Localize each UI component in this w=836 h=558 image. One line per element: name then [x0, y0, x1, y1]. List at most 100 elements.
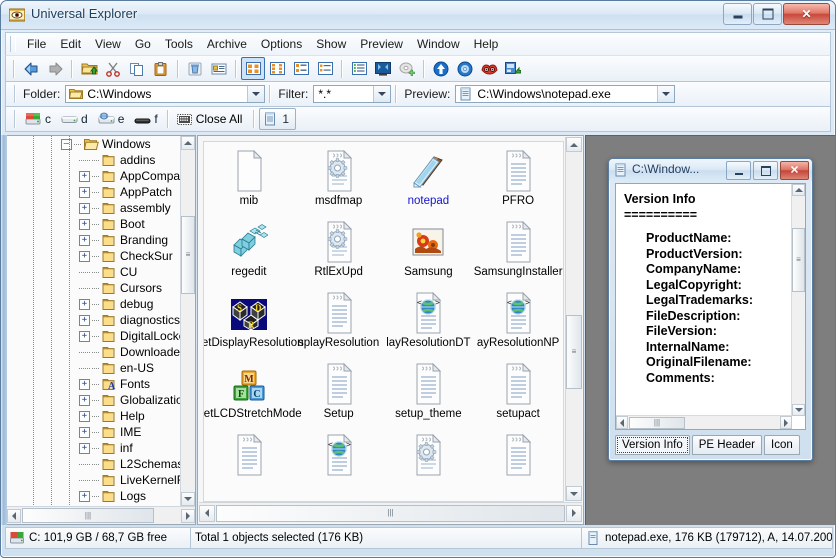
folder-tree-list[interactable]: – Windows addins + AppCompat + AppPatch + assemb… [7, 136, 181, 506]
filelist-scroll-up-button[interactable] [566, 137, 582, 152]
file-item-mib[interactable]: mib [204, 148, 294, 219]
tree-expander-plus[interactable]: + [79, 170, 90, 182]
filelist-hscroll-thumb[interactable]: ||| [216, 504, 565, 522]
folder-combobox[interactable]: C:\Windows [65, 85, 266, 103]
filter-dropdown-arrow[interactable] [373, 86, 391, 102]
tree-horizontal-scrollbar[interactable]: ||| [7, 506, 195, 524]
preview-dropdown-arrow[interactable] [657, 86, 675, 102]
burn-disc-button[interactable] [453, 57, 477, 80]
menu-drag-grip[interactable] [10, 36, 16, 52]
filter-combobox[interactable]: *.* [313, 85, 392, 103]
preview-combobox[interactable]: C:\Windows\notepad.exe [455, 85, 676, 103]
filelist-horizontal-scrollbar[interactable]: ||| [199, 502, 582, 523]
properties-button[interactable] [207, 57, 231, 80]
preview-content-area[interactable]: Version Info ========== ProductName: Prod… [615, 183, 806, 430]
tree-scroll-thumb[interactable]: ≡ [181, 216, 195, 294]
preview-scroll-thumb[interactable]: ≡ [792, 228, 805, 292]
menu-file[interactable]: File [20, 35, 53, 53]
tree-expander-minus[interactable]: – [61, 138, 72, 150]
paste-button[interactable] [149, 57, 173, 80]
file-item[interactable] [384, 432, 474, 501]
tree-item-cu[interactable]: CU [7, 264, 181, 280]
file-item-notepad[interactable]: notepad [384, 148, 474, 219]
menu-help[interactable]: Help [467, 35, 506, 53]
tree-vertical-scrollbar[interactable]: ≡ [180, 136, 195, 506]
file-list-view[interactable]: mib msdfmap notepad PFRO regedit RtlExUpd Sams… [203, 141, 564, 502]
tree-expander-plus[interactable]: + [79, 202, 90, 214]
file-item-pfro[interactable]: PFRO [473, 148, 563, 219]
menu-view[interactable]: View [88, 35, 128, 53]
tree-item-en-us[interactable]: en-US [7, 360, 181, 376]
tree-item-ime[interactable]: + IME [7, 424, 181, 440]
preview-scroll-down-button[interactable] [792, 404, 805, 416]
file-item-regedit[interactable]: regedit [204, 219, 294, 290]
copy-button[interactable] [125, 57, 149, 80]
address-grip[interactable] [14, 85, 16, 103]
file-item-setlcdstretchmode[interactable]: M F C SetLCDStretchMode [204, 361, 302, 432]
fullscreen-button[interactable] [371, 57, 395, 80]
menu-show[interactable]: Show [309, 35, 353, 53]
tree-item-apppatch[interactable]: + AppPatch [7, 184, 181, 200]
file-item-setup_theme[interactable]: setup_theme [384, 361, 474, 432]
drive-button-c[interactable]: c [20, 108, 56, 130]
view-large-icons-button[interactable] [241, 57, 265, 80]
tree-expander-plus[interactable]: + [79, 490, 90, 502]
menu-preview[interactable]: Preview [353, 35, 410, 53]
preview-minimize-button[interactable] [726, 161, 751, 180]
file-item-setupact[interactable]: setupact [473, 361, 563, 432]
preview-scroll-left-button[interactable] [616, 416, 628, 429]
tree-item-downloaded-p[interactable]: Downloaded P [7, 344, 181, 360]
tree-item-inf[interactable]: + inf [7, 440, 181, 456]
preview-restore-button[interactable] [753, 161, 778, 180]
file-item[interactable]: < > [294, 432, 384, 501]
filelist-vertical-scrollbar[interactable]: ≡ [565, 137, 582, 501]
back-button[interactable] [19, 57, 43, 80]
file-item-setup[interactable]: Setup [294, 361, 384, 432]
preview-scroll-up-button[interactable] [792, 184, 805, 196]
document-tab-1[interactable]: 1 [259, 108, 297, 130]
tree-item-cursors[interactable]: Cursors [7, 280, 181, 296]
tab-version-info[interactable]: Version Info [615, 435, 690, 455]
preview-hscroll-thumb[interactable]: ||| [629, 416, 685, 429]
tree-expander-plus[interactable]: + [79, 250, 90, 262]
view-report-button[interactable] [347, 57, 371, 80]
file-item-ayresolutionnp[interactable]: < > ayResolutionNP [473, 290, 563, 361]
filelist-scroll-down-button[interactable] [566, 486, 582, 501]
tree-item-assembly[interactable]: + assembly [7, 200, 181, 216]
tab-icon[interactable]: Icon [764, 435, 800, 455]
cut-button[interactable] [101, 57, 125, 80]
preview-close-button[interactable]: ✕ [780, 161, 809, 180]
folder-dropdown-arrow[interactable] [247, 86, 265, 102]
tree-item-help[interactable]: + Help [7, 408, 181, 424]
menu-tools[interactable]: Tools [158, 35, 200, 53]
drive-button-f[interactable]: f [129, 108, 162, 130]
file-item-setdisplayresolution[interactable]: S D R SetDisplayResolution [204, 290, 304, 361]
tree-item-debug[interactable]: + debug [7, 296, 181, 312]
drive-grip[interactable] [14, 110, 16, 128]
tree-item-l2schemas[interactable]: L2Schemas [7, 456, 181, 472]
preview-vertical-scrollbar[interactable]: ≡ [791, 184, 805, 416]
close-all-button[interactable]: Close All [173, 108, 250, 130]
ftp-button[interactable] [501, 57, 525, 80]
file-item[interactable] [473, 432, 563, 501]
filelist-scroll-left-button[interactable] [199, 504, 215, 522]
tree-expander-plus[interactable]: + [79, 426, 90, 438]
tree-expander-plus[interactable]: + [79, 186, 90, 198]
file-list-panel[interactable]: mib msdfmap notepad PFRO regedit RtlExUpd Sams… [197, 135, 584, 525]
menu-edit[interactable]: Edit [53, 35, 88, 53]
tree-hscroll-thumb[interactable]: ||| [22, 508, 154, 523]
tree-item-appcompat[interactable]: + AppCompat [7, 168, 181, 184]
tree-scroll-left-button[interactable] [7, 508, 21, 523]
restore-button[interactable] [753, 3, 782, 25]
tab-pe-header[interactable]: PE Header [691, 435, 762, 455]
close-button[interactable]: ✕ [783, 3, 830, 25]
tree-expander-plus[interactable]: + [79, 234, 90, 246]
tree-item-windows[interactable]: – Windows [7, 136, 181, 152]
file-item-samsunginstaller[interactable]: SamsungInstaller [473, 219, 563, 290]
menu-go[interactable]: Go [128, 35, 158, 53]
tree-item-fonts[interactable]: + A Fonts [7, 376, 181, 392]
file-item-rtlexupd[interactable]: RtlExUpd [294, 219, 384, 290]
disk-add-button[interactable] [395, 57, 419, 80]
view-list-button[interactable] [289, 57, 313, 80]
tree-item-branding[interactable]: + Branding [7, 232, 181, 248]
